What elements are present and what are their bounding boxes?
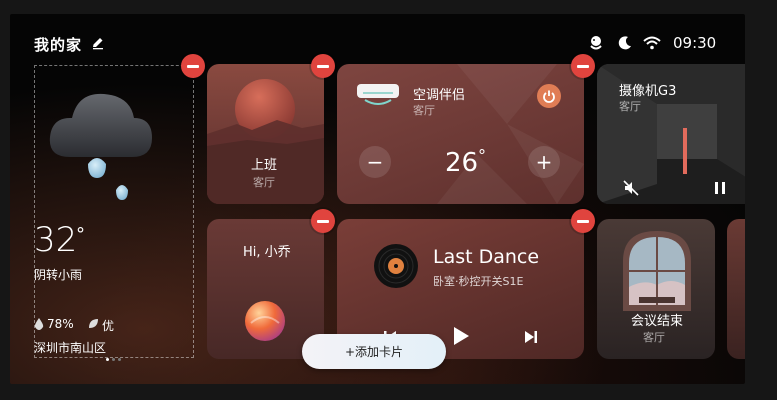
next-track-icon[interactable] xyxy=(524,330,538,344)
ac-room: 客厅 xyxy=(413,104,435,117)
power-icon xyxy=(543,90,555,103)
temp-increase-button[interactable]: + xyxy=(528,146,560,178)
scene-title: 上班 xyxy=(251,158,278,173)
song-title: Last Dance xyxy=(433,246,540,268)
scene-card-meeting[interactable]: 会议结束 客厅 xyxy=(597,219,715,359)
remove-weather-button[interactable] xyxy=(181,54,205,78)
home-title: 我的家 xyxy=(34,36,83,54)
scene-title: 会议结束 xyxy=(631,314,684,329)
air-quality-value: 优 xyxy=(102,319,115,333)
wifi-icon xyxy=(643,36,661,50)
ac-title: 空调伴侣 xyxy=(413,88,466,103)
window-illustration xyxy=(623,231,691,311)
cloud-rain-icon xyxy=(49,93,153,200)
moon-icon[interactable] xyxy=(617,34,633,52)
humidity-value: 78% xyxy=(47,317,74,331)
temperature-value: 32 xyxy=(34,220,78,260)
assistant-greeting: Hi, 小乔 xyxy=(243,245,291,260)
remove-music-button[interactable] xyxy=(571,209,595,233)
scene-room: 客厅 xyxy=(253,176,275,189)
scene-card-commute[interactable]: 上班 客厅 xyxy=(207,64,324,204)
vinyl-record-icon xyxy=(374,244,418,288)
location-label: 深圳市南山区 xyxy=(34,341,107,355)
ac-temperature-unit: ° xyxy=(478,146,486,165)
partial-card[interactable] xyxy=(727,219,745,359)
leaf-icon xyxy=(89,319,98,328)
remove-ac-button[interactable] xyxy=(571,54,595,78)
remove-scene-button[interactable] xyxy=(311,54,335,78)
assistant-orb-icon xyxy=(245,301,285,341)
voice-assistant-icon[interactable] xyxy=(587,34,605,52)
home-screen: 我的家 09:30 32 ° 阴转小雨 78% 优 深圳市南山区 上班 客厅 空… xyxy=(10,14,745,384)
power-button[interactable] xyxy=(537,84,561,108)
humidity-icon xyxy=(34,318,44,330)
remove-assistant-button[interactable] xyxy=(311,209,335,233)
camera-room: 客厅 xyxy=(619,100,641,113)
camera-card[interactable]: 摄像机G3 客厅 xyxy=(597,64,745,204)
temp-decrease-button[interactable]: − xyxy=(359,146,391,178)
add-card-button[interactable]: +添加卡片 xyxy=(302,334,446,369)
temperature-unit: ° xyxy=(76,224,85,245)
air-conditioner-icon xyxy=(357,84,399,105)
play-icon[interactable] xyxy=(452,326,470,346)
weather-condition: 阴转小雨 xyxy=(34,268,83,282)
camera-title: 摄像机G3 xyxy=(619,84,677,99)
mute-icon[interactable] xyxy=(623,180,639,196)
ac-temperature: 26 xyxy=(445,148,479,178)
ac-card[interactable]: 空调伴侣 客厅 − 26 ° + xyxy=(337,64,584,204)
scene-room: 客厅 xyxy=(643,331,665,344)
edit-icon[interactable] xyxy=(91,36,105,50)
clock: 09:30 xyxy=(673,34,717,52)
pause-icon[interactable] xyxy=(714,182,726,194)
music-device: 卧室·秒控开关S1E xyxy=(433,275,524,288)
page-indicator xyxy=(106,358,122,361)
